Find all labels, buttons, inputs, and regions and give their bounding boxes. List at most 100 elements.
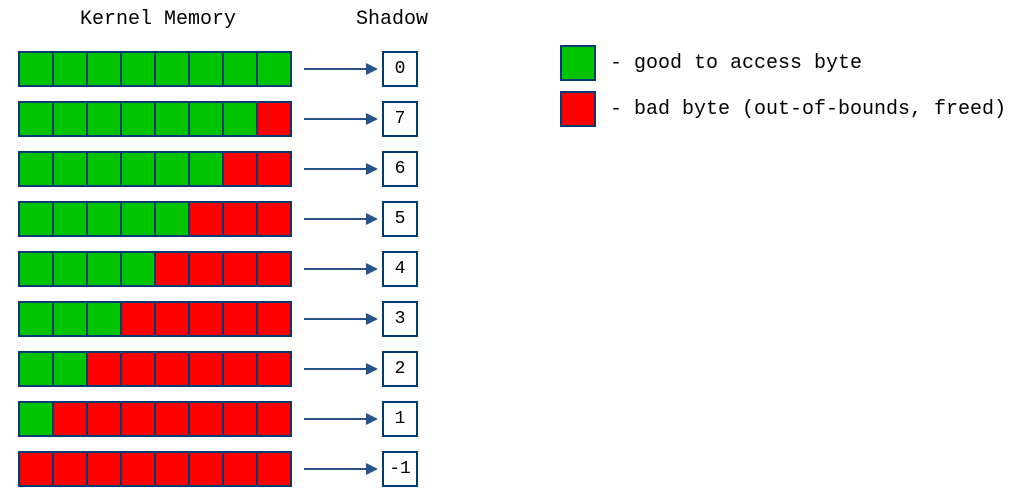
legend-label-good: - good to access byte (610, 52, 862, 75)
byte-cell-good (86, 151, 122, 187)
byte-cell-good (256, 51, 292, 87)
heading-kernel-memory: Kernel Memory (80, 8, 236, 31)
byte-cell-bad (188, 401, 224, 437)
byte-cell-good (52, 201, 88, 237)
byte-strip (18, 101, 292, 137)
byte-cell-bad (120, 351, 156, 387)
byte-cell-good (222, 101, 258, 137)
byte-cell-bad (222, 401, 258, 437)
byte-cell-good (18, 201, 54, 237)
arrow-right-icon (304, 451, 378, 487)
byte-cell-good (154, 201, 190, 237)
byte-strip (18, 151, 292, 187)
byte-cell-good (86, 301, 122, 337)
arrow-right-icon (304, 201, 378, 237)
shadow-value-box: 4 (382, 251, 418, 287)
byte-cell-bad (256, 201, 292, 237)
byte-cell-bad (256, 101, 292, 137)
byte-cell-good (86, 251, 122, 287)
byte-cell-good (52, 101, 88, 137)
byte-strip (18, 451, 292, 487)
byte-cell-bad (86, 401, 122, 437)
byte-cell-good (18, 51, 54, 87)
arrow-right-icon (304, 101, 378, 137)
byte-cell-good (222, 51, 258, 87)
memory-rows: 07654321-1 (18, 44, 418, 494)
byte-cell-good (18, 401, 54, 437)
byte-cell-bad (154, 251, 190, 287)
arrow-right-icon (304, 251, 378, 287)
byte-cell-good (154, 101, 190, 137)
byte-cell-bad (188, 201, 224, 237)
byte-cell-bad (222, 301, 258, 337)
memory-row: -1 (18, 444, 418, 494)
legend-swatch-good (560, 45, 596, 81)
byte-cell-bad (154, 451, 190, 487)
byte-cell-bad (222, 151, 258, 187)
byte-strip (18, 401, 292, 437)
legend-entry-bad: - bad byte (out-of-bounds, freed) (560, 86, 1006, 132)
byte-cell-good (18, 151, 54, 187)
byte-cell-bad (120, 451, 156, 487)
arrow-right-icon (304, 151, 378, 187)
byte-cell-good (120, 251, 156, 287)
byte-cell-bad (188, 251, 224, 287)
byte-cell-good (120, 201, 156, 237)
arrow-right-icon (304, 301, 378, 337)
memory-row: 0 (18, 44, 418, 94)
byte-cell-bad (256, 301, 292, 337)
arrow-right-icon (304, 401, 378, 437)
byte-cell-good (18, 251, 54, 287)
byte-cell-bad (120, 401, 156, 437)
byte-cell-bad (222, 351, 258, 387)
byte-cell-bad (222, 251, 258, 287)
shadow-value-box: 6 (382, 151, 418, 187)
byte-strip (18, 251, 292, 287)
byte-cell-good (120, 101, 156, 137)
byte-cell-bad (52, 401, 88, 437)
arrow-right-icon (304, 51, 378, 87)
byte-cell-good (18, 351, 54, 387)
memory-row: 1 (18, 394, 418, 444)
byte-cell-bad (154, 351, 190, 387)
byte-strip (18, 51, 292, 87)
memory-row: 4 (18, 244, 418, 294)
byte-strip (18, 301, 292, 337)
byte-cell-good (154, 51, 190, 87)
byte-strip (18, 201, 292, 237)
byte-cell-good (52, 151, 88, 187)
byte-cell-good (86, 101, 122, 137)
byte-cell-good (86, 201, 122, 237)
legend-label-bad: - bad byte (out-of-bounds, freed) (610, 98, 1006, 121)
shadow-value-box: 5 (382, 201, 418, 237)
shadow-value-box: 1 (382, 401, 418, 437)
byte-cell-bad (188, 301, 224, 337)
memory-row: 2 (18, 344, 418, 394)
arrow-right-icon (304, 351, 378, 387)
byte-cell-good (188, 51, 224, 87)
legend-swatch-bad (560, 91, 596, 127)
memory-row: 6 (18, 144, 418, 194)
byte-cell-good (154, 151, 190, 187)
byte-cell-bad (154, 401, 190, 437)
byte-cell-good (120, 151, 156, 187)
byte-cell-good (52, 351, 88, 387)
byte-cell-bad (256, 351, 292, 387)
heading-shadow: Shadow (356, 8, 428, 31)
shadow-value-box: 0 (382, 51, 418, 87)
byte-cell-good (52, 301, 88, 337)
byte-cell-good (18, 101, 54, 137)
legend: - good to access byte - bad byte (out-of… (560, 40, 1006, 132)
legend-entry-good: - good to access byte (560, 40, 1006, 86)
byte-cell-bad (256, 401, 292, 437)
byte-cell-bad (18, 451, 54, 487)
byte-cell-good (18, 301, 54, 337)
byte-cell-bad (222, 201, 258, 237)
byte-cell-good (188, 151, 224, 187)
byte-cell-good (52, 251, 88, 287)
byte-cell-bad (86, 351, 122, 387)
byte-cell-bad (256, 251, 292, 287)
memory-row: 3 (18, 294, 418, 344)
byte-cell-good (86, 51, 122, 87)
byte-cell-bad (188, 451, 224, 487)
